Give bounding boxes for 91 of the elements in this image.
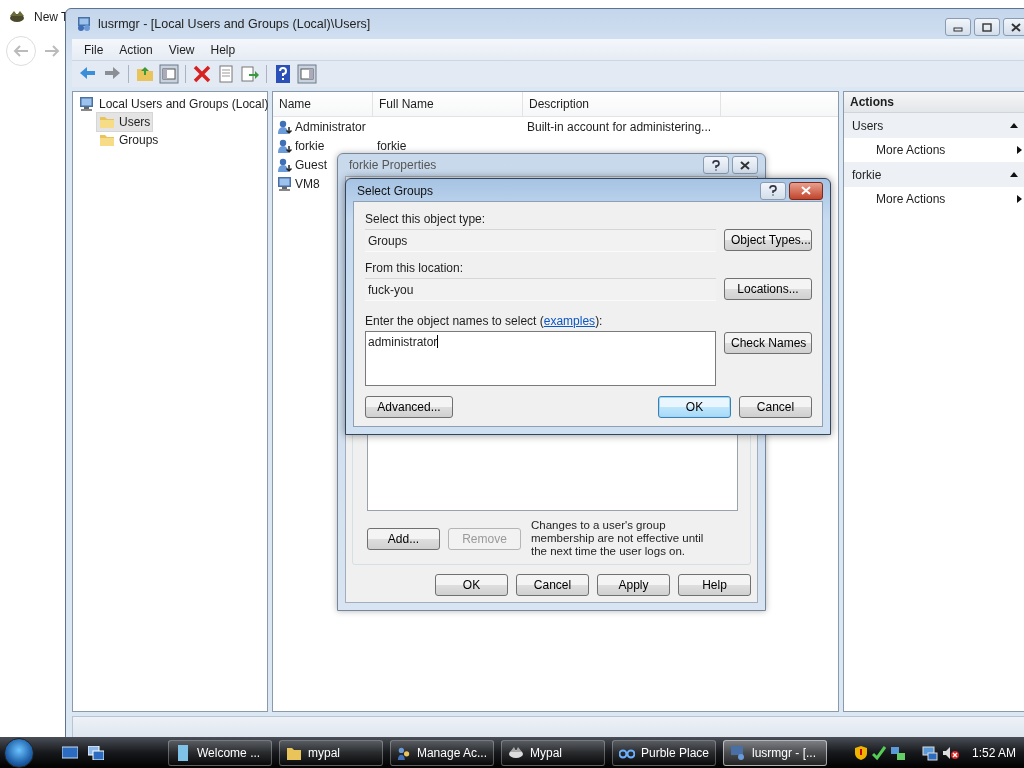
- close-icon: [1009, 21, 1023, 33]
- field-label: Enter the object names to select (examples):: [365, 314, 604, 328]
- menu-item[interactable]: File: [76, 42, 112, 57]
- ok-button[interactable]: OK: [435, 574, 508, 596]
- tree-item[interactable]: Local Users and Groups (Local): [77, 95, 271, 113]
- window-title: lusrmgr - [Local Users and Groups (Local)\Users]: [98, 17, 372, 31]
- app-icon: [76, 16, 92, 32]
- maximize-button[interactable]: [974, 18, 1000, 36]
- app-icon: [8, 10, 26, 24]
- object-type-field: Groups: [365, 229, 716, 252]
- taskbar-button[interactable]: Mypal: [501, 739, 605, 766]
- close-icon: [799, 185, 813, 196]
- computer-icon: [79, 96, 95, 112]
- dialog-title: Select Groups: [356, 183, 435, 198]
- locations-button[interactable]: Locations...: [724, 278, 812, 300]
- column-header[interactable]: Name: [273, 92, 373, 116]
- field-label: From this location:: [365, 261, 465, 275]
- advanced-button[interactable]: Advanced...: [365, 396, 453, 418]
- field-label: Select this object type:: [365, 212, 487, 226]
- clock[interactable]: 1:52 AM: [971, 745, 1016, 760]
- help-icon[interactable]: [273, 64, 293, 84]
- start-button[interactable]: [4, 737, 34, 768]
- taskbar-button[interactable]: mypal: [279, 739, 383, 766]
- apply-button[interactable]: Apply: [597, 574, 670, 596]
- help-button[interactable]: Help: [678, 574, 751, 596]
- tree-item[interactable]: Groups: [97, 131, 161, 149]
- menu-item[interactable]: Action: [111, 42, 161, 57]
- window-switch-icon[interactable]: [88, 745, 104, 760]
- folder-icon[interactable]: [135, 64, 155, 84]
- close-icon: [738, 159, 752, 171]
- export-icon[interactable]: [240, 64, 260, 84]
- tree-item[interactable]: Users: [97, 113, 153, 131]
- delete-icon[interactable]: [192, 64, 212, 84]
- caret-icon: [1017, 146, 1022, 154]
- back-arrow-icon: [13, 44, 29, 58]
- help-button[interactable]: [760, 181, 786, 200]
- object-names-field[interactable]: administrator: [365, 331, 716, 386]
- app-icon: [175, 744, 191, 761]
- minimize-button[interactable]: [945, 18, 971, 36]
- check-icon[interactable]: [871, 744, 886, 761]
- list-cell: VM8: [295, 176, 320, 191]
- section-title[interactable]: forkie: [852, 167, 882, 182]
- action-link[interactable]: More Actions: [876, 143, 946, 157]
- close-button[interactable]: [732, 156, 758, 174]
- taskbar-button[interactable]: Manage Ac...: [390, 739, 494, 766]
- list-cell: Built-in account for administering...: [527, 119, 712, 134]
- maximize-icon: [980, 21, 994, 33]
- caret-icon: [1017, 195, 1022, 203]
- folder-icon: [99, 115, 115, 129]
- folder-icon: [99, 133, 115, 147]
- column-header[interactable]: Description: [523, 92, 721, 116]
- cancel-button[interactable]: Cancel: [739, 396, 812, 418]
- add-button[interactable]: Add...: [367, 527, 440, 550]
- membership-note: Changes to a user's group membership are not effective until the next time the user logs on.: [531, 519, 705, 558]
- menu-item[interactable]: Help: [202, 42, 244, 57]
- list-cell: forkie: [295, 138, 325, 153]
- collapse-arrow-icon[interactable]: [1010, 172, 1018, 177]
- check-names-button[interactable]: Check Names: [724, 332, 812, 354]
- help-icon: [709, 159, 723, 171]
- app-icon: [730, 744, 746, 761]
- user-icon: [277, 137, 293, 154]
- taskbar-button[interactable]: Purble Place: [612, 739, 716, 766]
- object-types-button[interactable]: Object Types...: [724, 229, 812, 251]
- action-pane-icon[interactable]: [297, 64, 317, 84]
- network-icon[interactable]: [889, 744, 906, 761]
- menu-item[interactable]: View: [160, 42, 203, 57]
- list-cell: forkie: [377, 138, 407, 153]
- taskbar-button[interactable]: lusrmgr - [...: [723, 739, 827, 766]
- user-icon: [277, 118, 293, 135]
- shield-icon[interactable]: [853, 744, 868, 761]
- actions-header: Actions: [844, 92, 1024, 113]
- monitor-icon[interactable]: [921, 744, 938, 761]
- list-cell: Administrator: [295, 119, 366, 134]
- close-button[interactable]: [1003, 18, 1024, 36]
- cancel-button[interactable]: Cancel: [516, 574, 589, 596]
- user-icon: [277, 156, 293, 173]
- examples-link[interactable]: examples: [543, 314, 596, 328]
- console-tree-icon[interactable]: [159, 64, 179, 84]
- taskbar-button[interactable]: Welcome ...: [168, 739, 272, 766]
- dialog-title: forkie Properties: [348, 158, 438, 172]
- help-button[interactable]: [703, 156, 729, 174]
- location-field: fuck-you: [365, 278, 716, 301]
- computer-icon: [277, 175, 293, 192]
- column-header[interactable]: Full Name: [373, 92, 523, 116]
- section-title[interactable]: Users: [852, 118, 884, 133]
- list-cell: Guest: [295, 157, 327, 172]
- help-icon: [766, 185, 780, 196]
- action-link[interactable]: More Actions: [876, 192, 946, 206]
- ok-button[interactable]: OK: [658, 396, 731, 418]
- collapse-arrow-icon[interactable]: [1010, 123, 1018, 128]
- close-button[interactable]: [789, 181, 823, 200]
